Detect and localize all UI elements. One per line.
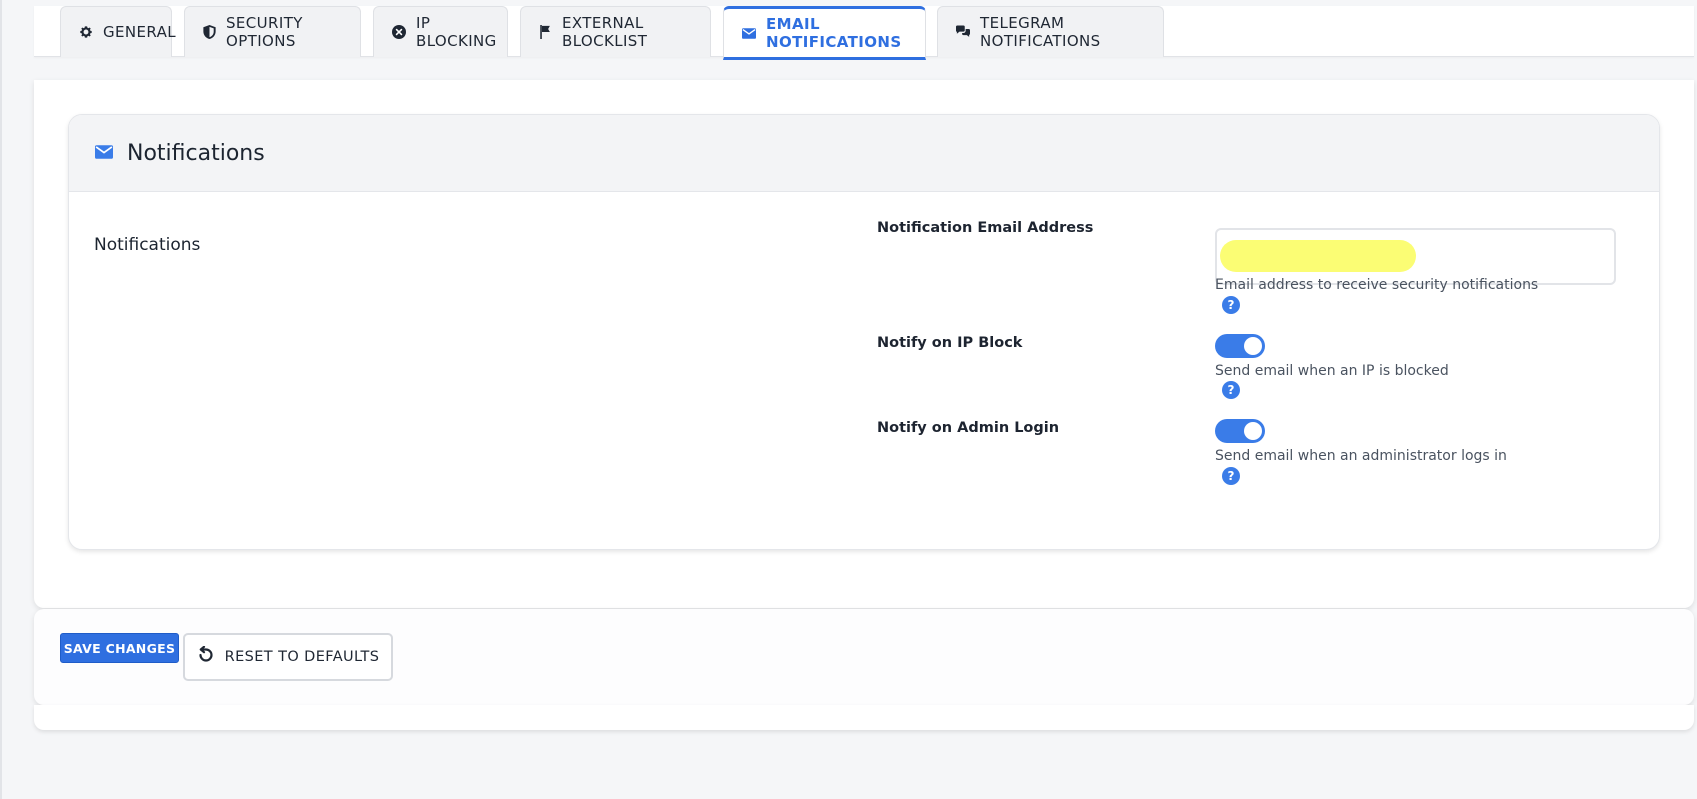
card-title: Notifications	[127, 140, 265, 166]
ip-block-help-text: Send email when an IP is blocked	[1215, 363, 1449, 379]
email-field-label: Notification Email Address	[877, 220, 1094, 236]
settings-panel: Notifications Notifications Notification…	[34, 80, 1694, 608]
gear-icon	[79, 25, 93, 39]
tab-email-notifications-label: EMAIL NOTIFICATIONS	[766, 15, 902, 51]
tab-general-label: GENERAL	[103, 23, 177, 41]
x-circle-icon	[392, 25, 406, 39]
panel-bottom	[34, 705, 1694, 730]
tab-external-blocklist[interactable]: EXTERNAL BLOCKLIST	[520, 6, 711, 57]
card-header: Notifications	[69, 115, 1659, 192]
flag-icon	[539, 25, 552, 39]
reset-defaults-button[interactable]: RESET TO DEFAULTS	[183, 633, 393, 681]
tab-telegram-notifications[interactable]: TELEGRAM NOTIFICATIONS	[937, 6, 1164, 57]
actions-panel: SAVE CHANGES RESET TO DEFAULTS	[34, 609, 1694, 705]
tab-general[interactable]: GENERAL	[60, 6, 176, 57]
section-label: Notifications	[94, 235, 201, 255]
reset-icon	[197, 645, 215, 668]
tab-email-notifications[interactable]: EMAIL NOTIFICATIONS	[723, 6, 926, 60]
tab-ip-blocking-label: IP BLOCKING	[416, 14, 497, 50]
toggle-knob	[1244, 422, 1262, 440]
notifications-card: Notifications Notifications Notification…	[68, 114, 1660, 550]
help-icon[interactable]: ?	[1222, 381, 1240, 399]
ip-block-toggle[interactable]	[1215, 334, 1265, 358]
admin-login-help-text: Send email when an administrator logs in	[1215, 448, 1507, 464]
shield-icon	[203, 25, 216, 39]
tab-external-blocklist-label: EXTERNAL BLOCKLIST	[562, 14, 648, 50]
chat-icon	[956, 25, 970, 39]
admin-login-label: Notify on Admin Login	[877, 420, 1060, 436]
help-icon[interactable]: ?	[1222, 467, 1240, 485]
redacted-email-value	[1220, 240, 1416, 272]
tab-telegram-notifications-label: TELEGRAM NOTIFICATIONS	[980, 14, 1101, 50]
tab-bar: GENERAL SECURITY OPTIONS IP BLOCKING EXT…	[34, 6, 1694, 60]
toggle-knob	[1244, 337, 1262, 355]
email-help-text: Email address to receive security notifi…	[1215, 277, 1539, 293]
tab-security-options-label: SECURITY OPTIONS	[226, 14, 303, 50]
tab-security-options[interactable]: SECURITY OPTIONS	[184, 6, 361, 57]
save-button[interactable]: SAVE CHANGES	[60, 633, 179, 663]
envelope-icon	[742, 26, 756, 40]
help-icon[interactable]: ?	[1222, 296, 1240, 314]
admin-login-toggle[interactable]	[1215, 419, 1265, 443]
envelope-icon	[95, 144, 113, 163]
ip-block-label: Notify on IP Block	[877, 335, 1023, 351]
reset-button-label: RESET TO DEFAULTS	[224, 649, 380, 665]
window-edge	[0, 0, 2, 799]
tab-ip-blocking[interactable]: IP BLOCKING	[373, 6, 508, 57]
